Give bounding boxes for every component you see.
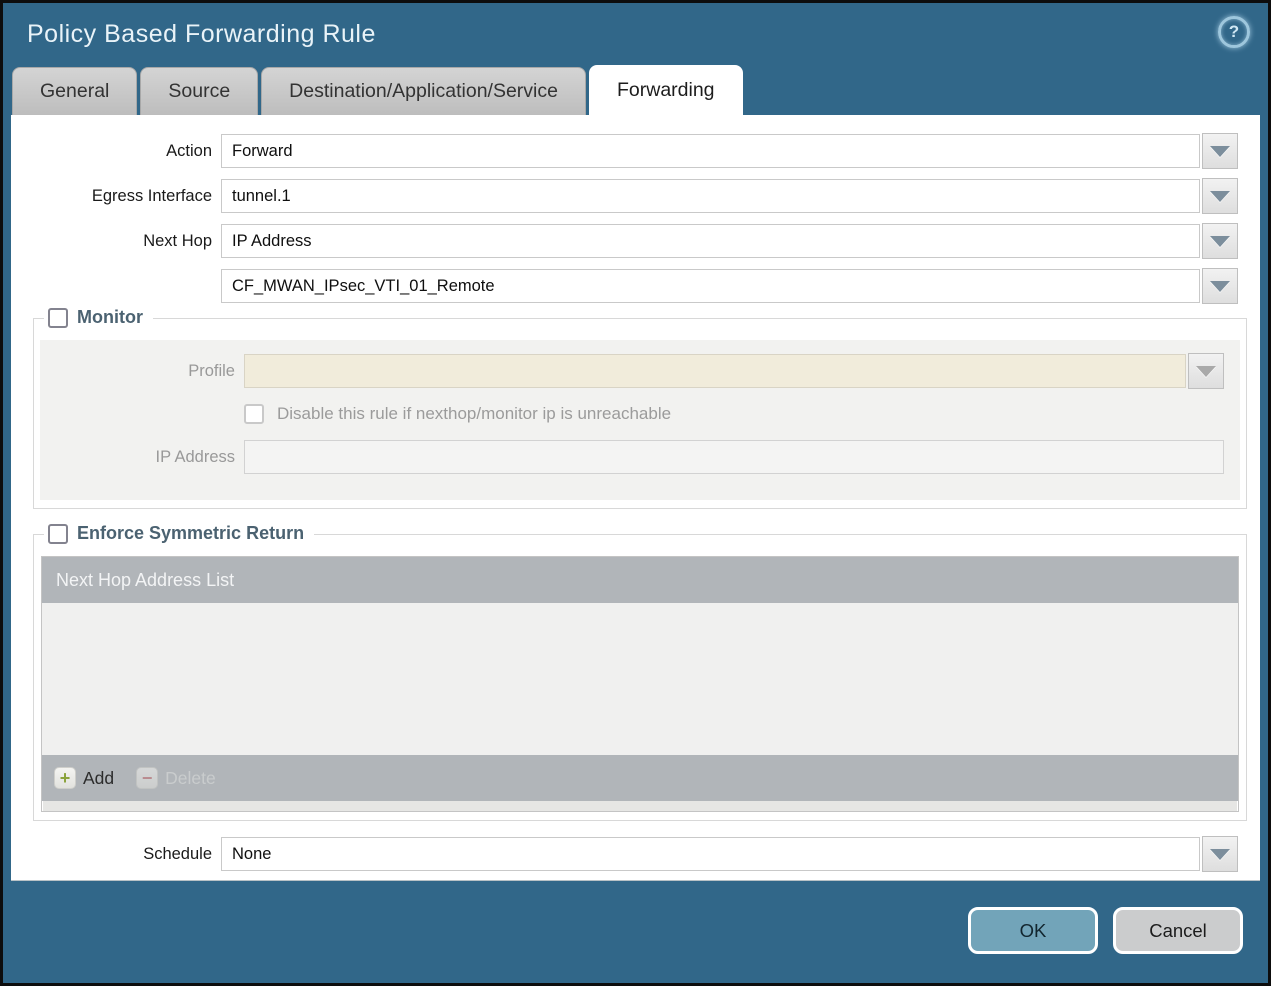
monitor-ip-address-input xyxy=(244,440,1224,474)
next-hop-address-select[interactable]: CF_MWAN_IPsec_VTI_01_Remote xyxy=(221,269,1200,303)
monitor-checkbox[interactable] xyxy=(48,307,68,328)
monitor-legend: Monitor xyxy=(44,307,153,328)
next-hop-address-row: CF_MWAN_IPsec_VTI_01_Remote xyxy=(11,268,1238,304)
monitor-legend-label: Monitor xyxy=(77,307,143,327)
plus-icon: + xyxy=(54,767,76,789)
chevron-down-icon xyxy=(1210,190,1230,202)
pbf-rule-dialog: Policy Based Forwarding Rule ? General S… xyxy=(0,0,1271,986)
next-hop-type-select[interactable]: IP Address xyxy=(221,224,1200,258)
minus-icon: − xyxy=(136,767,159,789)
dialog-titlebar: Policy Based Forwarding Rule ? xyxy=(3,3,1268,65)
next-hop-address-list-toolbar: + Add − Delete xyxy=(42,755,1238,801)
chevron-down-icon xyxy=(1210,145,1230,157)
forwarding-tab-panel: Action Forward Egress Interface tunnel.1… xyxy=(11,115,1260,881)
chevron-down-icon xyxy=(1210,280,1230,292)
chevron-down-icon xyxy=(1210,235,1230,247)
action-select[interactable]: Forward xyxy=(221,134,1200,168)
chevron-down-icon xyxy=(1196,365,1216,377)
help-icon[interactable]: ? xyxy=(1218,16,1250,48)
next-hop-address-list-table: Next Hop Address List + Add − Delete xyxy=(41,556,1239,812)
enforce-symmetric-return-fieldset: Enforce Symmetric Return Next Hop Addres… xyxy=(33,523,1247,821)
egress-interface-label: Egress Interface xyxy=(91,186,212,205)
next-hop-type-dropdown-button[interactable] xyxy=(1202,223,1238,259)
tab-destination-application-service[interactable]: Destination/Application/Service xyxy=(261,67,586,115)
delete-button-label: Delete xyxy=(165,767,216,788)
ok-button[interactable]: OK xyxy=(968,907,1098,954)
add-button[interactable]: + Add xyxy=(54,767,114,789)
dialog-footer: OK Cancel xyxy=(3,881,1268,980)
next-hop-address-dropdown-button[interactable] xyxy=(1202,268,1238,304)
add-button-label: Add xyxy=(83,767,115,788)
disable-rule-row: Disable this rule if nexthop/monitor ip … xyxy=(244,401,1224,427)
enforce-symmetric-return-checkbox[interactable] xyxy=(48,523,68,544)
profile-dropdown-button xyxy=(1188,353,1224,389)
next-hop-row: Next Hop IP Address xyxy=(11,223,1238,259)
next-hop-address-list-body[interactable] xyxy=(42,603,1238,755)
egress-interface-row: Egress Interface tunnel.1 xyxy=(11,178,1238,214)
monitor-panel: Profile Disable this rule if nexthop/mon… xyxy=(40,340,1240,500)
tab-forwarding[interactable]: Forwarding xyxy=(588,65,743,115)
disable-rule-checkbox xyxy=(244,404,264,424)
dialog-title: Policy Based Forwarding Rule xyxy=(27,19,376,48)
monitor-ip-address-row: IP Address xyxy=(40,439,1224,475)
profile-label: Profile xyxy=(188,361,235,380)
disable-rule-label: Disable this rule if nexthop/monitor ip … xyxy=(277,404,672,423)
monitor-ip-address-label: IP Address xyxy=(155,447,236,466)
tab-general[interactable]: General xyxy=(12,67,138,115)
action-dropdown-button[interactable] xyxy=(1202,133,1238,169)
next-hop-label: Next Hop xyxy=(143,231,212,250)
egress-interface-select[interactable]: tunnel.1 xyxy=(221,179,1200,213)
action-row: Action Forward xyxy=(11,133,1238,169)
schedule-row: Schedule None xyxy=(11,836,1238,872)
enforce-symmetric-return-legend-label: Enforce Symmetric Return xyxy=(77,523,305,543)
profile-select xyxy=(244,354,1186,388)
schedule-select[interactable]: None xyxy=(221,837,1200,871)
enforce-symmetric-return-legend: Enforce Symmetric Return xyxy=(44,523,315,544)
tab-bar: General Source Destination/Application/S… xyxy=(3,65,1268,115)
tab-source[interactable]: Source xyxy=(140,67,259,115)
next-hop-address-list-header: Next Hop Address List xyxy=(42,557,1238,603)
delete-button: − Delete xyxy=(136,767,216,789)
profile-row: Profile xyxy=(40,353,1224,389)
egress-interface-dropdown-button[interactable] xyxy=(1202,178,1238,214)
horizontal-scrollbar-track[interactable] xyxy=(43,801,1237,811)
schedule-label: Schedule xyxy=(143,844,212,863)
cancel-button[interactable]: Cancel xyxy=(1113,907,1243,954)
action-label: Action xyxy=(166,141,212,160)
chevron-down-icon xyxy=(1210,848,1230,860)
schedule-dropdown-button[interactable] xyxy=(1202,836,1238,872)
monitor-fieldset: Monitor Profile Disable this rule if nex… xyxy=(33,307,1247,509)
